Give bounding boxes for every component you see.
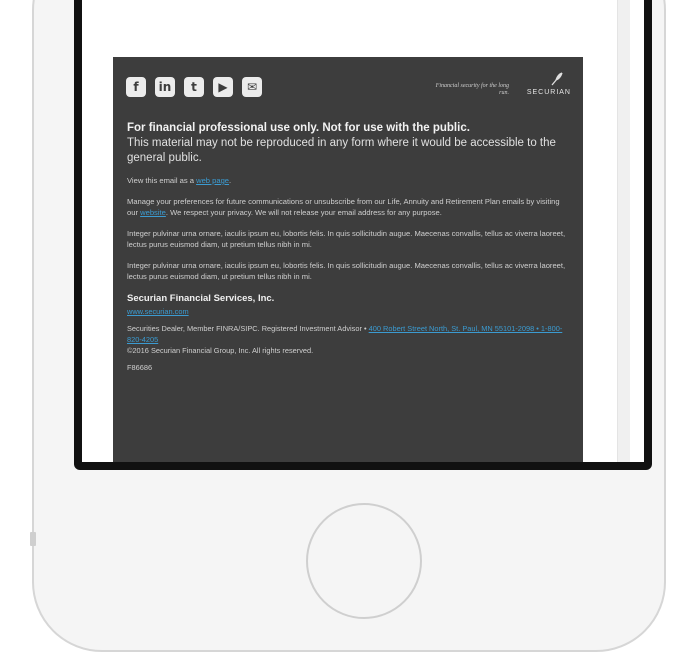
linkedin-icon[interactable]: in [155,77,175,97]
web-page-link[interactable]: web page [196,176,229,185]
body-paragraph-1: Integer pulvinar urna ornare, iaculis ip… [127,228,566,250]
document-code: F86686 [127,362,153,372]
securian-logo: Financial security for the long run. SEC… [435,71,571,99]
phone-screen: f in t ▶ ✉ Financial security for the lo… [82,0,644,462]
scrollbar[interactable] [617,0,630,462]
phone-side-button [30,532,36,546]
social-links: f in t ▶ ✉ [126,77,262,97]
email-icon[interactable]: ✉ [242,77,262,97]
brand-name: SECURIAN [526,89,571,96]
preferences-link[interactable]: website [140,208,166,217]
brand-tagline: Financial security for the long run. [435,83,509,96]
footer-content: For financial professional use only. Not… [127,121,569,379]
facebook-icon[interactable]: f [126,77,146,97]
preferences-text: Manage your preferences for future commu… [127,196,560,218]
disclaimer-subline: This material may not be reproduced in a… [127,137,556,164]
view-web-page-text: View this email as a web page. [127,176,232,185]
email-footer: f in t ▶ ✉ Financial security for the lo… [113,57,583,462]
company-name: Securian Financial Services, Inc. [127,292,275,304]
company-website-link[interactable]: www.securian.com [127,307,189,316]
youtube-icon[interactable]: ▶ [213,77,233,97]
body-paragraph-2: Integer pulvinar urna ornare, iaculis ip… [127,260,566,282]
twitter-icon[interactable]: t [184,77,204,97]
company-website: www.securian.com [127,306,569,317]
copyright-text: ©2016 Securian Financial Group, Inc. All… [127,345,314,355]
home-button[interactable] [306,503,422,619]
feather-icon [551,72,563,86]
dealer-info: Securities Dealer, Member FINRA/SIPC. Re… [127,323,563,355]
disclaimer-headline: For financial professional use only. Not… [127,122,470,134]
